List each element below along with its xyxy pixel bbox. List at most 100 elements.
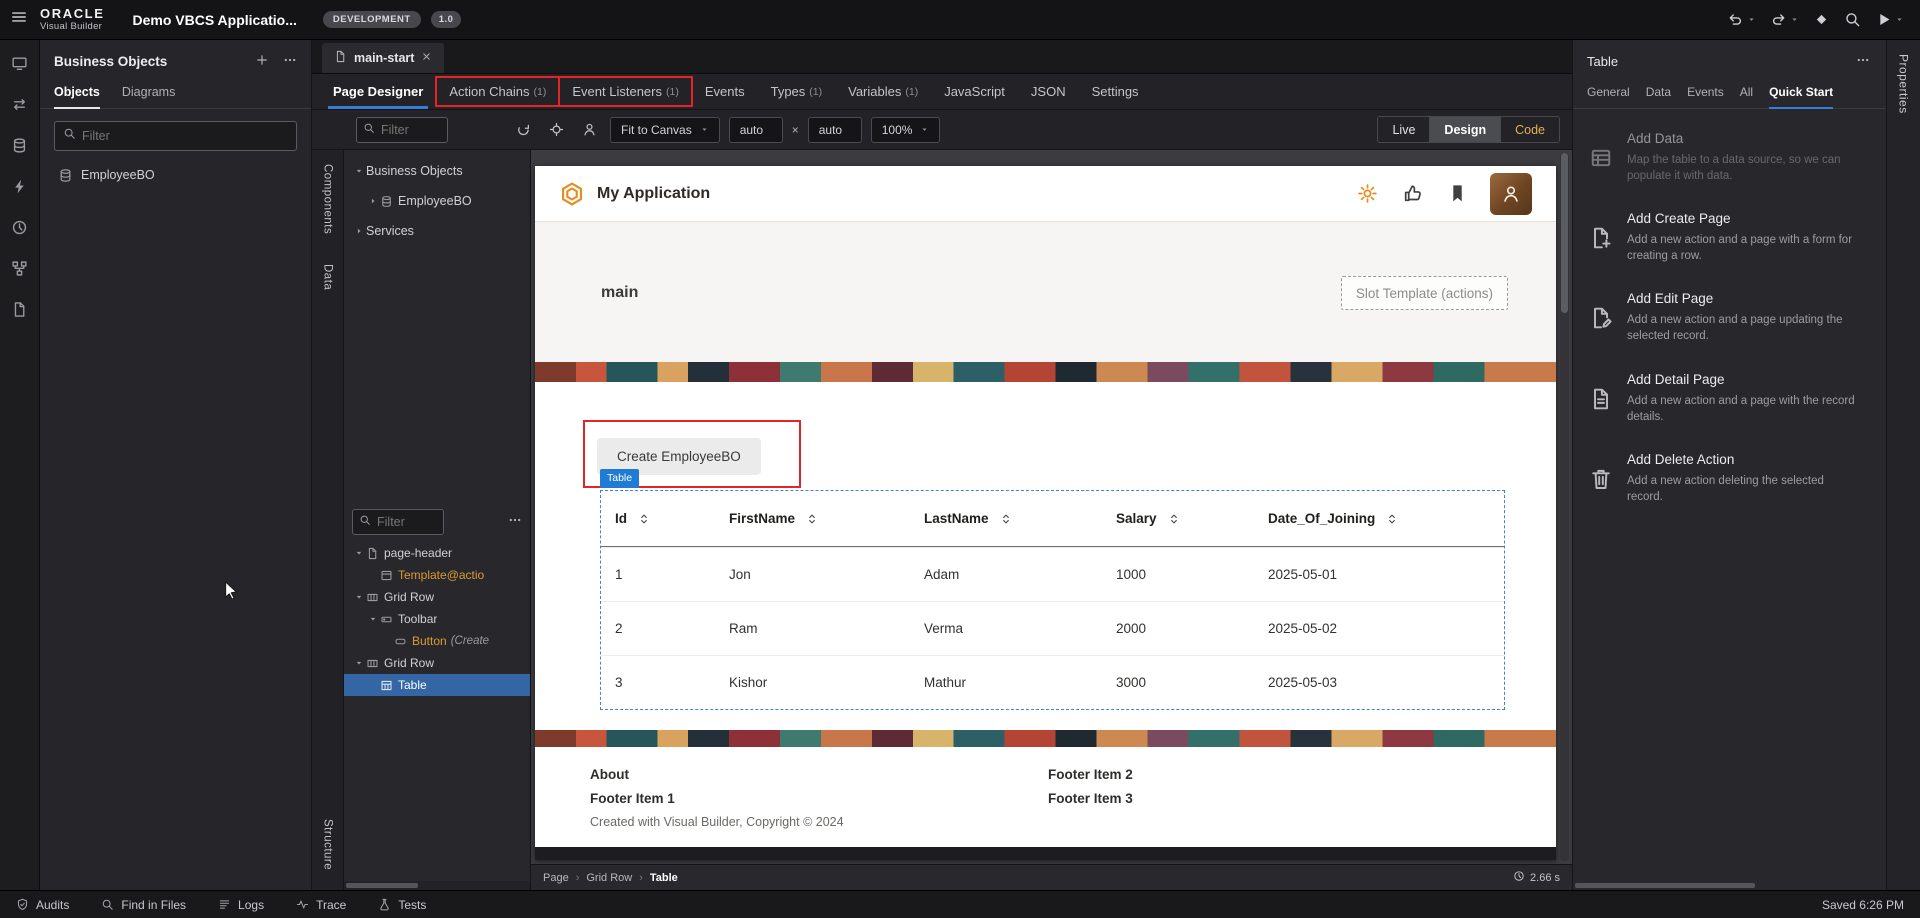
rail-clock-button[interactable]	[7, 214, 33, 240]
editor-area: main-start Page DesignerAction Chains(1)…	[312, 40, 1572, 890]
tab-diagrams[interactable]: Diagrams	[122, 79, 176, 108]
quickstart-add-detail-page[interactable]: Add Detail PageAdd a new action and a pa…	[1589, 372, 1872, 425]
tree-node-services[interactable]: Services	[344, 216, 530, 246]
footer-link-footer-item-1[interactable]: Footer Item 1	[590, 791, 675, 806]
tab-quick-start[interactable]: Quick Start	[1769, 79, 1833, 108]
breadcrumb-item-table[interactable]: Table	[650, 872, 678, 884]
redo-button[interactable]	[1770, 11, 1799, 29]
tree-node-toolbar[interactable]: Toolbar	[344, 608, 530, 630]
tab-json[interactable]: JSON	[1018, 74, 1079, 109]
column-header-lastname[interactable]: LastName	[910, 511, 1102, 526]
rail-database-button[interactable]	[7, 132, 33, 158]
table-row[interactable]: 2RamVerma20002025-05-02	[601, 601, 1504, 655]
column-header-id[interactable]: Id	[601, 511, 715, 526]
objects-filter-input[interactable]	[82, 129, 288, 143]
tab-properties[interactable]: Properties	[1897, 54, 1911, 890]
mode-live[interactable]: Live	[1378, 117, 1429, 142]
undo-button[interactable]	[1727, 11, 1756, 29]
refresh-canvas-button[interactable]	[511, 118, 535, 142]
tree-node-button[interactable]: Button(Create	[344, 630, 530, 652]
diamond-button[interactable]	[1813, 11, 1830, 28]
gear-button[interactable]	[1357, 183, 1378, 204]
quickstart-add-edit-page[interactable]: Add Edit PageAdd a new action and a page…	[1589, 291, 1872, 344]
tab-variables[interactable]: Variables(1)	[835, 74, 931, 109]
properties-menu-button[interactable]	[1856, 53, 1870, 70]
employee-table[interactable]: IdFirstNameLastNameSalaryDate_Of_Joining…	[600, 490, 1505, 710]
caret-down-icon	[352, 658, 366, 668]
structure-horizontal-scrollbar[interactable]	[344, 881, 530, 890]
statusbar-logs[interactable]: Logs	[218, 898, 264, 912]
tab-data[interactable]: Data	[322, 264, 334, 290]
structure-menu-button[interactable]	[508, 513, 522, 532]
column-header-date-of-joining[interactable]: Date_Of_Joining	[1254, 511, 1504, 526]
tree-node-grid-row[interactable]: Grid Row	[344, 586, 530, 608]
zoom-dropdown[interactable]: 100%	[871, 117, 941, 143]
close-tab-button[interactable]	[421, 51, 432, 65]
tab-events[interactable]: Events	[1687, 79, 1724, 108]
tab-action-chains[interactable]: Action Chains(1)	[436, 74, 559, 109]
slot-template-placeholder[interactable]: Slot Template (actions)	[1341, 276, 1508, 310]
search-button[interactable]	[1844, 11, 1861, 28]
tab-general[interactable]: General	[1587, 79, 1630, 108]
footer-link-footer-item-3[interactable]: Footer Item 3	[1048, 791, 1133, 806]
quickstart-add-data[interactable]: Add DataMap the table to a data source, …	[1589, 131, 1872, 184]
panel-menu-button[interactable]	[283, 53, 297, 70]
tree-node-template-actio[interactable]: Template@actio	[344, 564, 530, 586]
tab-events[interactable]: Events	[692, 74, 758, 109]
tree-node-page-header[interactable]: page-header	[344, 542, 530, 564]
tab-components[interactable]: Components	[322, 164, 334, 234]
tab-settings[interactable]: Settings	[1079, 74, 1152, 109]
footer-link-footer-item-2[interactable]: Footer Item 2	[1048, 767, 1133, 782]
tab-data[interactable]: Data	[1646, 79, 1671, 108]
canvas-width-field[interactable]	[740, 123, 774, 137]
tree-node-table[interactable]: Table	[344, 674, 530, 696]
components-filter-input[interactable]	[381, 123, 441, 137]
avatar[interactable]	[1490, 173, 1532, 215]
tab-objects[interactable]: Objects	[54, 79, 100, 108]
table-row[interactable]: 1JonAdam10002025-05-01	[601, 547, 1504, 601]
play-button[interactable]	[1875, 11, 1904, 29]
tree-node-business-objects[interactable]: Business Objects	[344, 156, 530, 186]
bookmark-button[interactable]	[1447, 183, 1468, 204]
breadcrumb-item-grid-row[interactable]: Grid Row	[586, 872, 632, 884]
mode-code[interactable]: Code	[1500, 117, 1559, 142]
properties-horizontal-scrollbar[interactable]	[1573, 881, 1886, 890]
canvas-height-field[interactable]	[819, 123, 853, 137]
thumbs-up-button[interactable]	[1402, 183, 1423, 204]
breadcrumb-item-page[interactable]: Page	[543, 872, 569, 884]
left-icon-rail	[0, 40, 40, 890]
column-header-salary[interactable]: Salary	[1102, 511, 1254, 526]
rail-flow-button[interactable]	[7, 255, 33, 281]
statusbar-find-in-files[interactable]: Find in Files	[101, 898, 186, 912]
tab-types[interactable]: Types(1)	[758, 74, 836, 109]
statusbar-trace[interactable]: Trace	[296, 898, 346, 912]
statusbar-tests[interactable]: Tests	[378, 898, 426, 912]
rail-monitor-button[interactable]	[7, 50, 33, 76]
quickstart-add-create-page[interactable]: Add Create PageAdd a new action and a pa…	[1589, 211, 1872, 264]
tab-main-start[interactable]: main-start	[322, 43, 444, 73]
user-context-button[interactable]	[577, 118, 601, 142]
tab-structure[interactable]: Structure	[322, 819, 334, 870]
add-object-button[interactable]	[255, 53, 269, 70]
rail-file-button[interactable]	[7, 296, 33, 322]
statusbar-audits[interactable]: Audits	[16, 898, 69, 912]
tab-page-designer[interactable]: Page Designer	[320, 74, 436, 109]
tree-node-grid-row[interactable]: Grid Row	[344, 652, 530, 674]
mode-design[interactable]: Design	[1429, 117, 1500, 142]
canvas-vertical-scrollbar[interactable]	[1560, 153, 1569, 861]
tab-javascript[interactable]: JavaScript	[931, 74, 1018, 109]
rail-lightning-button[interactable]	[7, 173, 33, 199]
list-item-employeebo[interactable]: EmployeeBO	[40, 161, 311, 189]
quickstart-add-delete-action[interactable]: Add Delete ActionAdd a new action deleti…	[1589, 452, 1872, 505]
tab-event-listeners[interactable]: Event Listeners(1)	[559, 74, 691, 109]
live-cursor-button[interactable]	[544, 118, 568, 142]
tree-node-employeebo[interactable]: EmployeeBO	[344, 186, 530, 216]
hamburger-menu-button[interactable]	[10, 8, 28, 31]
footer-link-about[interactable]: About	[590, 767, 629, 782]
structure-filter-input[interactable]	[377, 515, 437, 529]
rail-swap-button[interactable]	[7, 91, 33, 117]
tab-all[interactable]: All	[1740, 79, 1753, 108]
fit-to-canvas-dropdown[interactable]: Fit to Canvas	[610, 117, 720, 143]
column-header-firstname[interactable]: FirstName	[715, 511, 910, 526]
table-row[interactable]: 3KishorMathur30002025-05-03	[601, 655, 1504, 709]
